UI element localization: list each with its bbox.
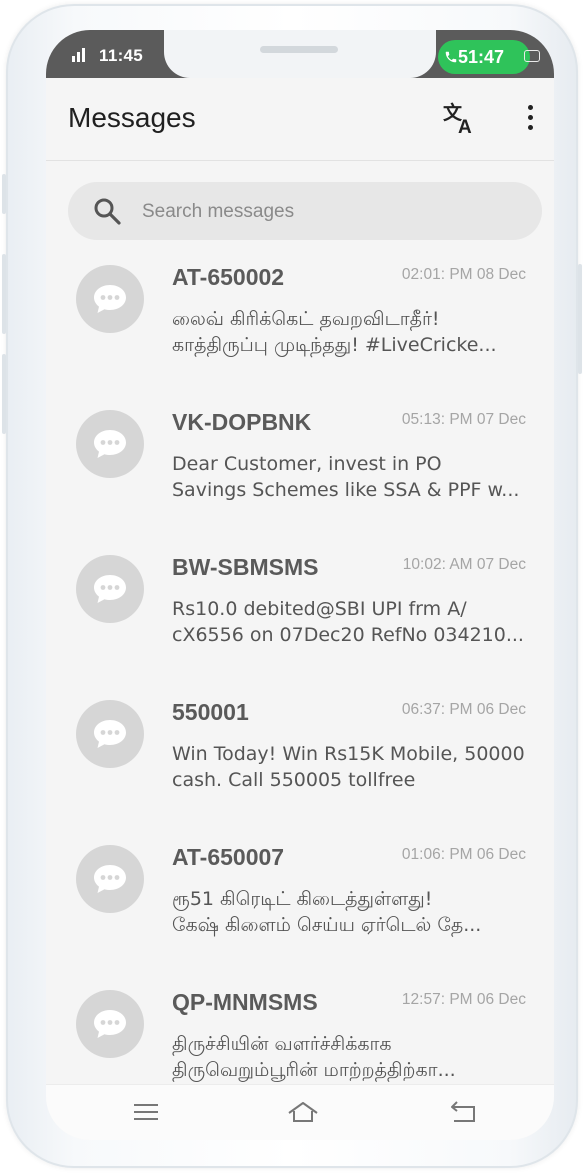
side-button	[2, 254, 6, 334]
chat-bubble-icon	[94, 285, 126, 313]
message-sender: 550001	[172, 699, 249, 725]
message-sender: BW-SBMSMS	[172, 554, 319, 580]
message-preview: லைவ் கிரிக்கெட் தவறவிடாதீர்! காத்திருப்ப…	[172, 306, 528, 358]
message-preview: திருச்சியின் வளர்ச்சிக்காக திருவெறும்பூர…	[172, 1031, 528, 1083]
message-sender: QP-MNMSMS	[172, 989, 318, 1015]
screen: 11:45 51:47 Messages 文 A Search messages…	[46, 30, 554, 1140]
avatar	[76, 555, 144, 623]
app-bar: Messages 文 A	[46, 78, 554, 161]
chat-bubble-icon	[94, 575, 126, 603]
message-sender: AT-650007	[172, 844, 285, 870]
message-preview-line: cash. Call 550005 tollfree	[172, 769, 416, 791]
list-item[interactable]: AT-650002 02:01: PM 08 Dec லைவ் கிரிக்கெ…	[46, 252, 554, 397]
phone-frame: 11:45 51:47 Messages 文 A Search messages…	[2, 4, 582, 1168]
avatar	[76, 410, 144, 478]
more-options-button[interactable]	[518, 102, 542, 134]
message-preview: Dear Customer, invest in PO Savings Sche…	[172, 451, 528, 503]
message-preview-line: ரூ51 கிரெடிட் கிடைத்துள்ளது!	[172, 888, 433, 910]
menu-button[interactable]	[130, 1097, 164, 1127]
chat-bubble-icon	[94, 430, 126, 458]
chat-bubble-icon	[94, 865, 126, 893]
message-preview: Rs10.0 debited@SBI UPI frm A/ cX6556 on …	[172, 596, 528, 648]
message-preview-line: காத்திருப்பு முடிந்தது! #LiveCricke...	[172, 334, 497, 356]
svg-text:A: A	[458, 117, 472, 136]
avatar	[76, 700, 144, 768]
search-bar	[68, 182, 542, 242]
search-icon	[94, 198, 121, 225]
chat-bubble-icon	[94, 720, 126, 748]
avatar	[76, 990, 144, 1058]
status-time: 11:45	[99, 46, 144, 65]
message-preview-line: Win Today! Win Rs15K Mobile, 50000	[172, 743, 525, 765]
message-preview-line: Rs10.0 debited@SBI UPI frm A/	[172, 598, 467, 620]
list-item[interactable]: 550001 06:37: PM 06 Dec Win Today! Win R…	[46, 687, 554, 832]
home-icon	[288, 1102, 318, 1122]
side-button	[2, 354, 6, 434]
speaker-grille	[260, 46, 338, 53]
message-preview-line: லைவ் கிரிக்கெட் தவறவிடாதீர்!	[172, 308, 440, 330]
notch	[164, 30, 436, 78]
menu-icon	[134, 1104, 158, 1120]
message-date: 12:57: PM 06 Dec	[401, 991, 526, 1008]
message-date: 05:13: PM 07 Dec	[401, 411, 526, 428]
call-phone-icon	[445, 51, 457, 63]
translate-icon: 文 A	[443, 101, 472, 138]
message-preview-line: Savings Schemes like SSA & PPF w...	[172, 479, 520, 501]
status-bar: 11:45 51:47	[46, 30, 554, 78]
message-date: 10:02: AM 07 Dec	[402, 556, 526, 573]
message-date: 01:06: PM 06 Dec	[401, 846, 526, 863]
side-button	[2, 174, 6, 214]
message-date: 02:01: PM 08 Dec	[401, 266, 526, 283]
message-preview: ரூ51 கிரெடிட் கிடைத்துள்ளது! கேஷ் கிளைம்…	[172, 886, 528, 938]
list-item[interactable]: VK-DOPBNK 05:13: PM 07 Dec Dear Customer…	[46, 397, 554, 542]
message-preview-line: திருவெறும்பூரின் மாற்றத்திற்கா...	[172, 1059, 456, 1081]
search-input[interactable]	[140, 182, 524, 242]
call-timer: 51:47	[458, 47, 505, 67]
message-preview-line: கேஷ் கிளைம் செய்ய ஏர்டெல் தே...	[172, 914, 482, 936]
side-button	[578, 264, 582, 374]
navigation-bar	[46, 1084, 554, 1140]
back-icon	[451, 1101, 475, 1122]
message-preview-line: திருச்சியின் வளர்ச்சிக்காக	[172, 1033, 392, 1055]
more-vertical-icon	[528, 105, 533, 110]
translate-button[interactable]: 文 A	[442, 100, 478, 138]
avatar	[76, 265, 144, 333]
message-preview-line: cX6556 on 07Dec20 RefNo 034210...	[172, 624, 524, 646]
chat-bubble-icon	[94, 1010, 126, 1038]
page-title: Messages	[68, 102, 196, 133]
message-preview: Win Today! Win Rs15K Mobile, 50000 cash.…	[172, 741, 528, 793]
list-item[interactable]: AT-650007 01:06: PM 06 Dec ரூ51 கிரெடிட்…	[46, 832, 554, 977]
back-button[interactable]	[446, 1097, 480, 1127]
message-date: 06:37: PM 06 Dec	[401, 701, 526, 718]
message-preview-line: Dear Customer, invest in PO	[172, 453, 442, 475]
avatar	[76, 845, 144, 913]
message-sender: AT-650002	[172, 264, 285, 290]
list-item[interactable]: BW-SBMSMS 10:02: AM 07 Dec Rs10.0 debite…	[46, 542, 554, 687]
battery-icon	[524, 50, 540, 62]
signal-icon	[72, 46, 90, 62]
home-button[interactable]	[286, 1097, 320, 1127]
message-sender: VK-DOPBNK	[172, 409, 312, 435]
